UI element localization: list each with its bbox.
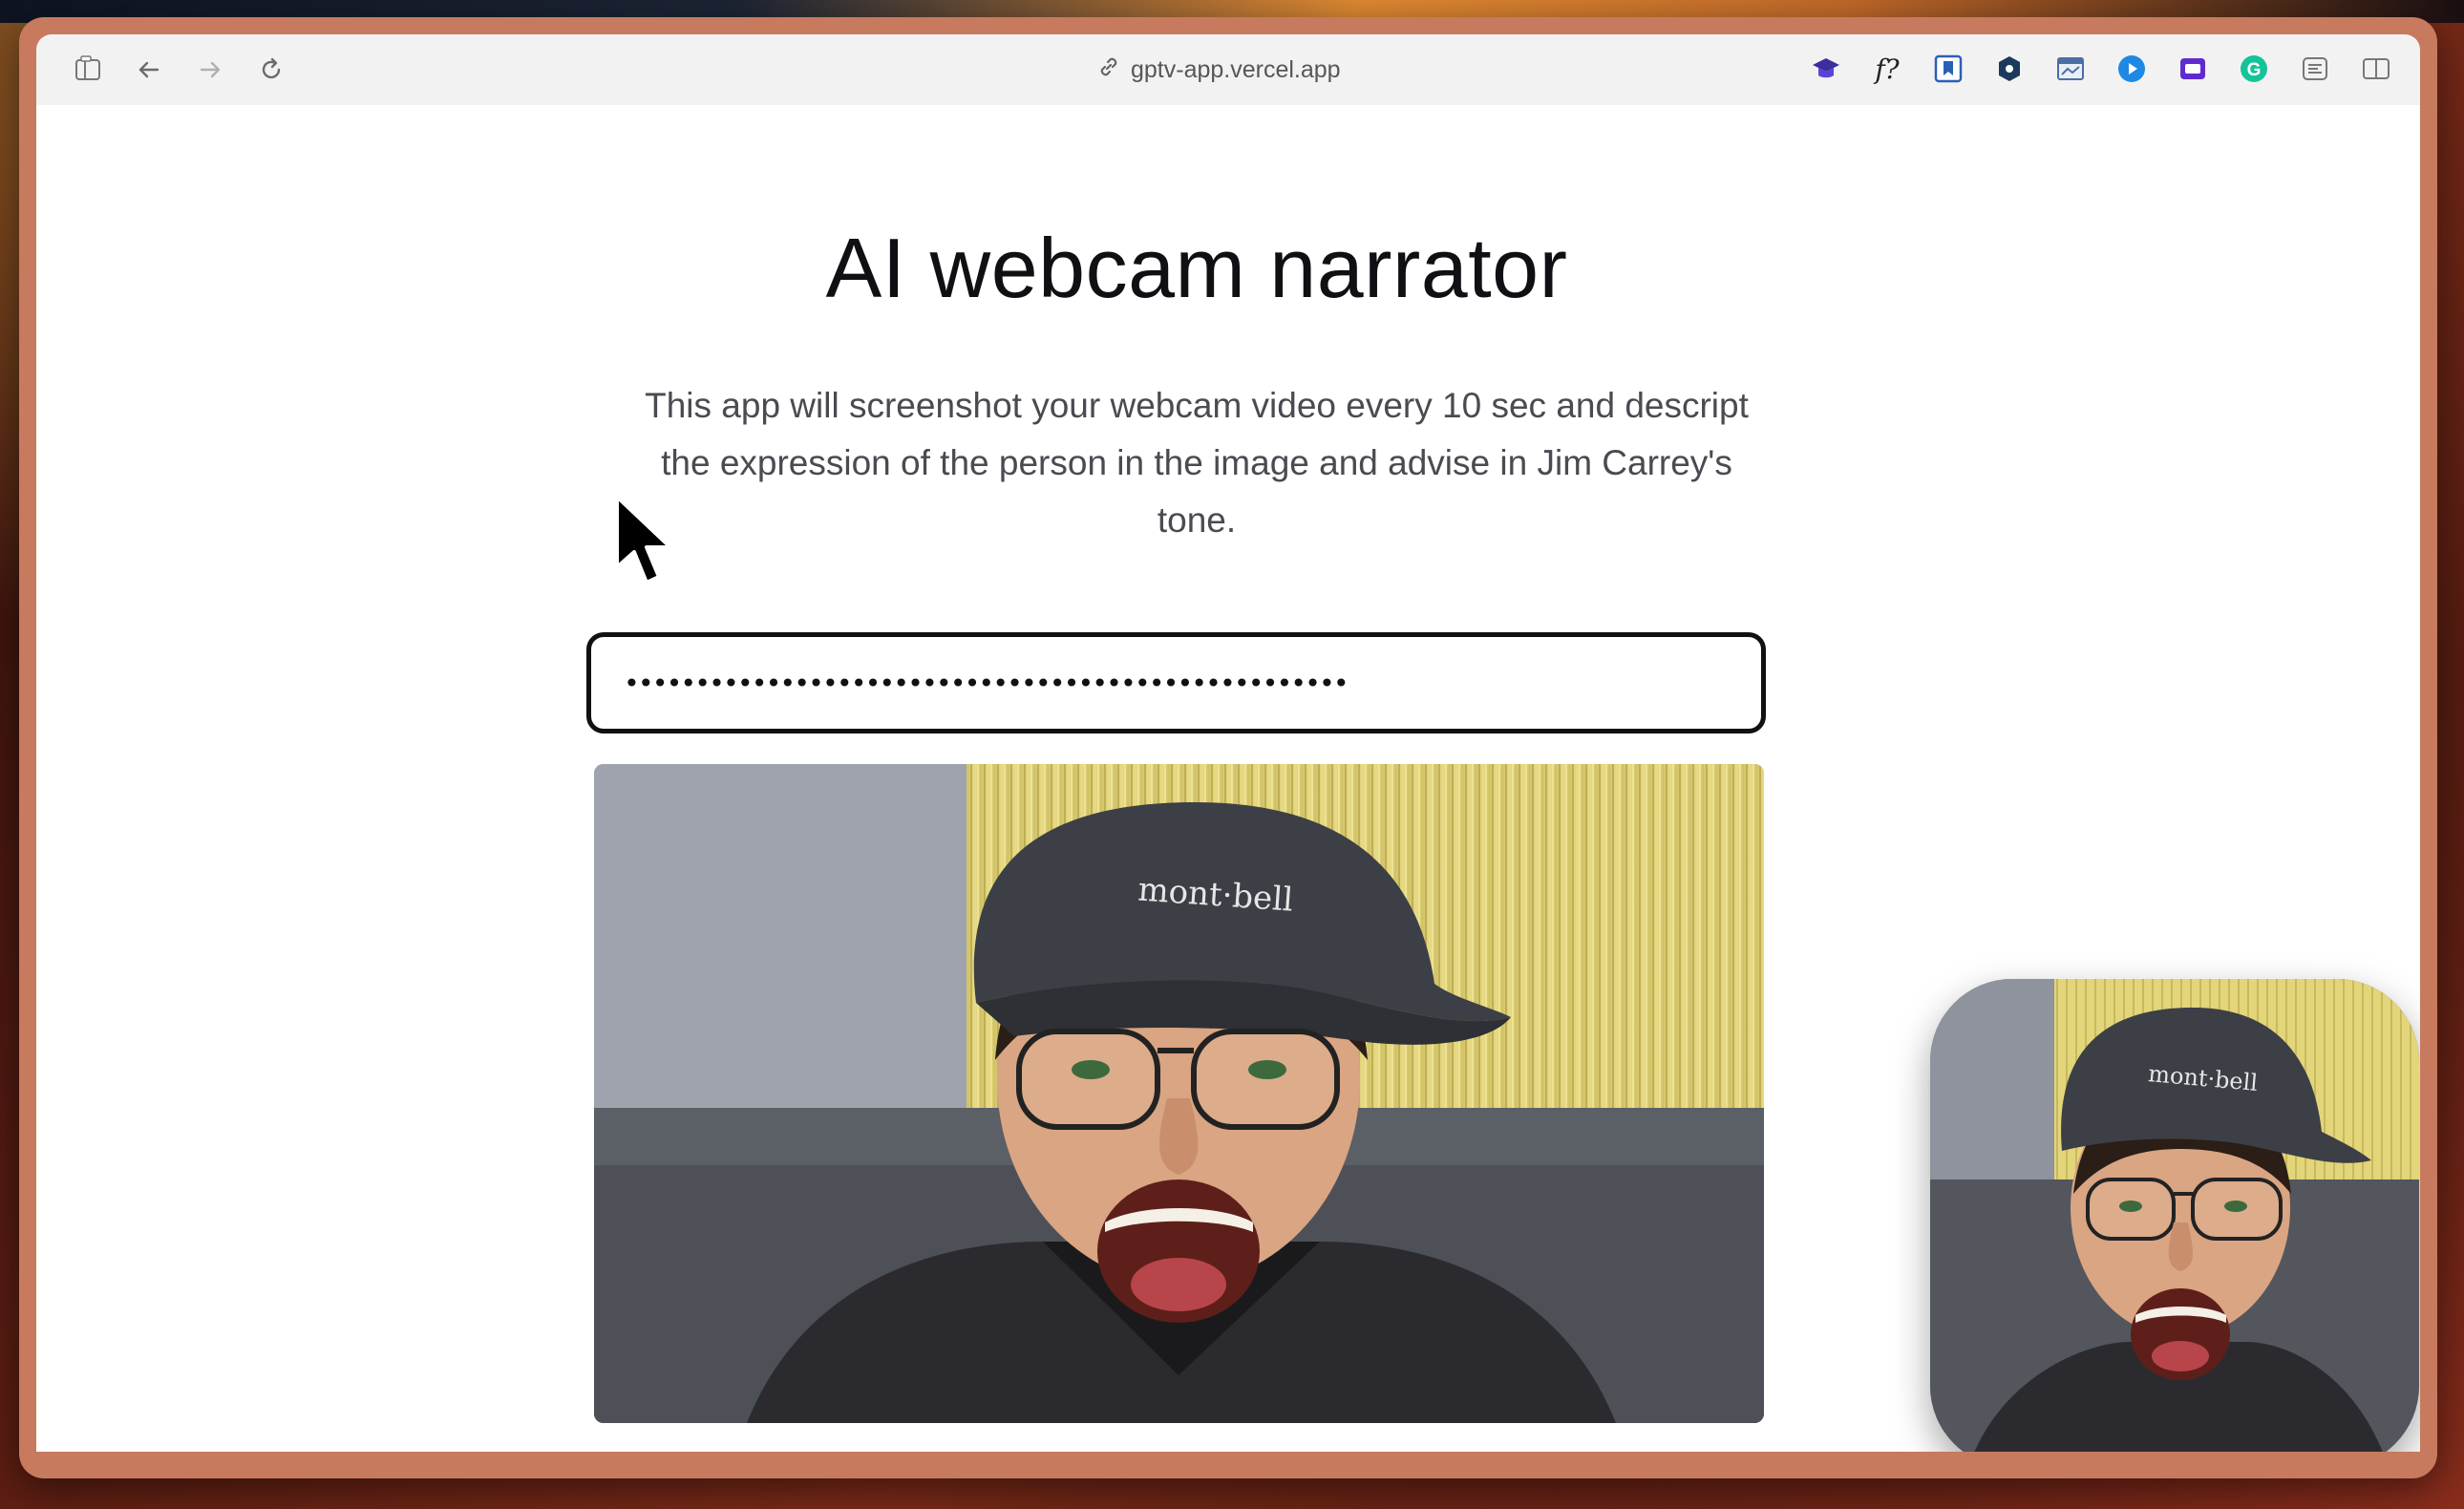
mouse-cursor-icon bbox=[615, 495, 672, 584]
extension-hexagon-icon[interactable] bbox=[1988, 48, 2030, 90]
extension-play-icon[interactable] bbox=[2111, 48, 2153, 90]
split-view-icon[interactable] bbox=[2355, 48, 2397, 90]
extension-bookmark-icon[interactable] bbox=[1927, 48, 1969, 90]
webcam-video: mont·bell bbox=[594, 764, 1764, 1423]
page-title: AI webcam narrator bbox=[825, 221, 1568, 315]
extension-function-icon[interactable]: f? bbox=[1866, 48, 1908, 90]
forward-arrow-icon[interactable] bbox=[189, 49, 231, 91]
api-key-input[interactable]: ••••••••••••••••••••••••••••••••••••••••… bbox=[586, 632, 1766, 733]
pip-webcam-frame: mont·bell bbox=[1930, 979, 2419, 1452]
extension-video-icon[interactable] bbox=[2172, 48, 2214, 90]
browser-toolbar: gptv-app.vercel.app f? G bbox=[36, 34, 2420, 105]
webcam-frame: mont·bell bbox=[594, 764, 1764, 1423]
page-description: This app will screenshot your webcam vid… bbox=[645, 386, 1749, 540]
page-content: AI webcam narrator This app will screens… bbox=[36, 105, 2420, 1452]
url-text: gptv-app.vercel.app bbox=[1131, 55, 1341, 83]
link-icon bbox=[1096, 54, 1121, 86]
back-arrow-icon[interactable] bbox=[128, 49, 170, 91]
sidebar-icon[interactable] bbox=[67, 49, 109, 91]
address-bar[interactable]: gptv-app.vercel.app bbox=[1096, 48, 1341, 92]
svg-text:G: G bbox=[2247, 60, 2262, 80]
browser-window: gptv-app.vercel.app f? G AI webcam narra… bbox=[19, 17, 2437, 1478]
extension-graduation-cap-icon[interactable] bbox=[1805, 48, 1847, 90]
extension-window-icon[interactable] bbox=[2050, 48, 2092, 90]
extension-grammarly-icon[interactable]: G bbox=[2233, 48, 2275, 90]
picture-in-picture-video[interactable]: mont·bell bbox=[1930, 979, 2419, 1452]
reload-icon[interactable] bbox=[250, 49, 292, 91]
extension-menu-icon[interactable] bbox=[2294, 48, 2336, 90]
